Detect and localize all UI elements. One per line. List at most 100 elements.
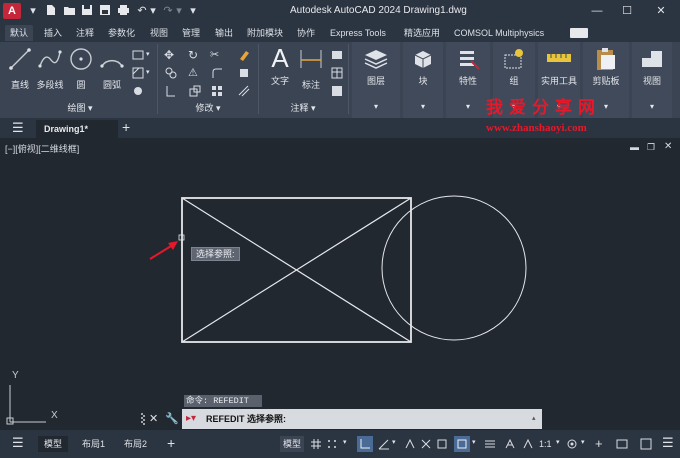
move-icon[interactable]: ✥ — [164, 48, 178, 62]
tab-annotate[interactable]: 注释 — [71, 25, 99, 41]
tab-home[interactable]: 默认 — [5, 25, 34, 41]
trim-icon[interactable]: ✂ — [210, 48, 224, 62]
annotation-visibility-icon[interactable] — [504, 438, 516, 450]
hardware-acceleration-icon[interactable] — [616, 438, 628, 450]
tab-featured-apps[interactable]: 精选应用 — [399, 25, 445, 41]
annotation-scale[interactable]: 1:1 — [536, 436, 555, 452]
object-snap-active-icon[interactable] — [454, 436, 470, 452]
customize-icon[interactable]: 🔧 — [165, 412, 179, 425]
annotation-panel-label[interactable]: 注释 ▾ — [262, 101, 344, 114]
leader-icon[interactable] — [330, 48, 344, 62]
hatch-icon[interactable] — [131, 66, 145, 80]
chevron-up-icon[interactable]: ▴ — [532, 409, 536, 429]
osnap-icon[interactable] — [436, 438, 448, 450]
isodraft-icon[interactable] — [404, 438, 416, 450]
chevron-down-icon[interactable]: ▾ — [146, 50, 150, 58]
array-icon[interactable] — [210, 84, 224, 98]
copy-icon[interactable] — [164, 66, 178, 80]
mirror-icon[interactable]: ⚠ — [188, 66, 202, 80]
tab-insert[interactable]: 插入 — [39, 25, 67, 41]
snap-icon[interactable] — [326, 438, 338, 450]
tab-express-tools[interactable]: Express Tools — [325, 25, 391, 41]
drawn-circle[interactable] — [381, 195, 527, 341]
close-command-icon[interactable]: ✕ — [149, 412, 158, 425]
tab-drawing1[interactable]: Drawing1* — [36, 120, 118, 138]
chevron-down-icon[interactable]: ▾ — [581, 438, 585, 446]
clean-screen-icon[interactable] — [640, 438, 652, 450]
drawing-canvas[interactable]: [−][俯视][二维线框] ▬ ❐ ✕ 选择参照: Y X — [0, 138, 680, 430]
chevron-down-icon[interactable]: ▾ — [446, 102, 490, 111]
polar-icon[interactable] — [378, 438, 390, 450]
view-panel[interactable]: 视图 ▾ — [632, 42, 672, 118]
chevron-down-icon[interactable]: ▾ — [352, 102, 400, 111]
add-icon[interactable]: + — [595, 437, 607, 450]
customization-menu-icon[interactable]: ☰ — [662, 436, 674, 450]
drag-handle[interactable] — [140, 412, 146, 426]
chevron-down-icon[interactable]: ▾ — [30, 4, 36, 18]
tab-collaborate[interactable]: 协作 — [292, 25, 320, 41]
rectangle-icon[interactable] — [131, 48, 145, 62]
offset-icon[interactable] — [237, 84, 251, 98]
save-icon[interactable] — [80, 4, 94, 18]
scale-icon[interactable] — [188, 84, 202, 98]
redo-dropdown-icon[interactable]: ▾ — [175, 4, 183, 18]
autocad-logo[interactable]: A — [3, 3, 21, 19]
modify-panel-label[interactable]: 修改 ▾ — [162, 101, 254, 114]
grid-table-icon[interactable] — [330, 84, 344, 98]
tab-manage[interactable]: 管理 — [177, 25, 205, 41]
auto-scale-icon[interactable] — [522, 438, 534, 450]
layers-panel[interactable]: 图层 ▾ — [352, 42, 400, 118]
new-file-icon[interactable] — [44, 4, 58, 18]
undo-dropdown-icon[interactable]: ▾ — [149, 4, 157, 18]
layout-menu-icon[interactable]: ☰ — [12, 436, 24, 450]
line-button[interactable]: 直线 — [5, 46, 35, 91]
properties-panel[interactable]: 特性 ▾ — [446, 42, 490, 118]
region-icon[interactable] — [131, 84, 145, 98]
chevron-down-icon[interactable]: ▾ — [403, 102, 443, 111]
fillet-icon[interactable] — [210, 66, 224, 80]
tab-addins[interactable]: 附加模块 — [242, 25, 288, 41]
menu-icon[interactable]: ☰ — [12, 121, 24, 135]
rectangle-with-cross[interactable] — [181, 197, 412, 343]
minimize-icon[interactable]: — — [586, 2, 608, 20]
add-tab-icon[interactable]: + — [122, 119, 130, 135]
erase-icon[interactable] — [237, 48, 251, 62]
open-folder-icon[interactable] — [62, 4, 76, 18]
explode-icon[interactable] — [237, 66, 251, 80]
maximize-icon[interactable]: ☐ — [616, 2, 638, 20]
lineweight-icon[interactable] — [484, 438, 496, 450]
close-icon[interactable]: ✕ — [650, 2, 672, 20]
print-icon[interactable] — [116, 4, 130, 18]
stretch-icon[interactable] — [164, 84, 178, 98]
tab-view[interactable]: 视图 — [145, 25, 173, 41]
panel-toggle-icon[interactable] — [570, 28, 588, 38]
add-layout-icon[interactable]: + — [167, 436, 175, 450]
undo-icon[interactable]: ↶ — [135, 4, 149, 18]
chevron-down-icon[interactable]: ▾ — [472, 438, 476, 446]
circle-button[interactable]: 圆 — [66, 46, 96, 91]
customize-toolbar-icon[interactable]: ▾ — [188, 4, 198, 18]
dimension-button[interactable]: 标注 — [296, 46, 326, 91]
tab-model[interactable]: 模型 — [38, 436, 69, 452]
draw-panel-label[interactable]: 绘图 ▾ — [5, 101, 155, 114]
chevron-down-icon[interactable]: ▾ — [556, 438, 560, 446]
chevron-down-icon[interactable]: ▾ — [343, 438, 347, 446]
redo-icon[interactable]: ↷ — [161, 4, 175, 18]
chevron-down-icon[interactable]: ▾ — [392, 438, 396, 446]
rotate-icon[interactable]: ↻ — [188, 48, 202, 62]
polyline-button[interactable]: 多段线 — [35, 46, 65, 91]
chevron-down-icon[interactable]: ▾ — [632, 102, 672, 111]
workspace-icon[interactable] — [566, 438, 578, 450]
tab-layout2[interactable]: 布局2 — [118, 436, 153, 452]
save-as-icon[interactable] — [98, 4, 112, 18]
tab-layout1[interactable]: 布局1 — [76, 436, 111, 452]
tab-output[interactable]: 输出 — [210, 25, 238, 41]
chevron-down-icon[interactable]: ▾ — [146, 68, 150, 76]
tab-comsol[interactable]: COMSOL Multiphysics — [449, 25, 549, 41]
command-input[interactable]: REFEDIT 选择参照: — [206, 409, 286, 429]
command-line[interactable]: ▸▾ REFEDIT 选择参照: ▴ — [182, 409, 542, 429]
object-snap-tracking-icon[interactable] — [420, 438, 432, 450]
arc-button[interactable]: 圆弧 — [97, 46, 127, 91]
tab-parametric[interactable]: 参数化 — [103, 25, 140, 41]
model-space-button[interactable]: 模型 — [280, 436, 305, 452]
